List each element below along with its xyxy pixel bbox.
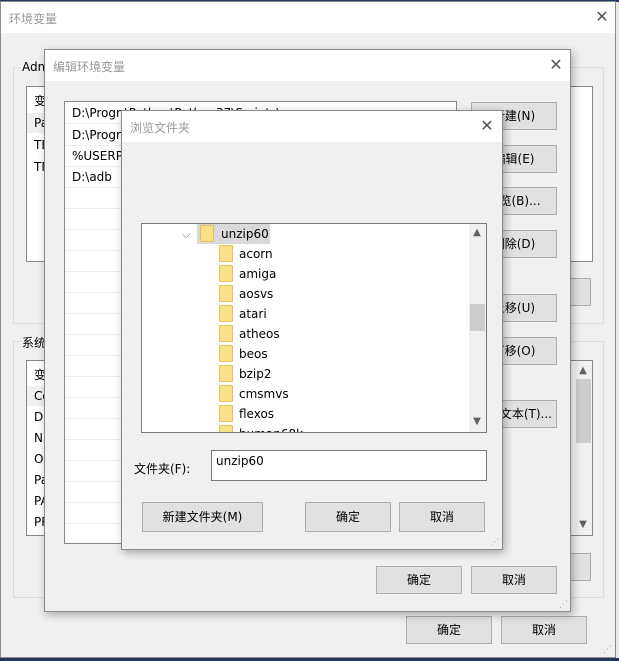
folder-label: 文件夹(F):	[134, 462, 191, 476]
folder-icon	[219, 405, 233, 422]
browse-folder-dialog: 浏览文件夹 ✕ ⌵ unzip60 acorn amiga aosvs atari at…	[121, 110, 503, 550]
folder-icon	[219, 365, 233, 382]
tree-item-label: aosvs	[239, 287, 274, 301]
ok-button[interactable]: 确定	[305, 502, 391, 532]
folder-tree[interactable]: ⌵ unzip60 acorn amiga aosvs atari atheos beos…	[141, 223, 487, 433]
tree-item-label: beos	[239, 347, 268, 361]
tree-item[interactable]: acorn	[219, 244, 273, 264]
scroll-up-icon[interactable]: ▲	[469, 227, 485, 238]
scrollbar[interactable]: ▲ ▼	[469, 224, 486, 432]
tree-item-label: human68k	[239, 427, 303, 432]
scrollbar[interactable]: ▲ ▼	[575, 361, 592, 535]
tree-item-label: flexos	[239, 407, 275, 421]
tree-item[interactable]: cmsmvs	[219, 384, 289, 404]
scroll-thumb[interactable]	[576, 379, 591, 443]
chevron-down-icon[interactable]: ⌵	[182, 228, 190, 242]
tree-item-label: unzip60	[221, 227, 269, 241]
folder-icon	[219, 305, 233, 322]
resize-grip-icon[interactable]: ⋰	[559, 600, 569, 610]
cancel-button[interactable]: 取消	[399, 502, 485, 532]
title-bar: 环境变量	[1, 2, 615, 33]
tree-item[interactable]: aosvs	[219, 284, 273, 304]
tree-item-label: atari	[239, 307, 267, 321]
tree-item[interactable]: beos	[219, 344, 268, 364]
folder-icon	[219, 265, 233, 282]
window-title: 环境变量	[9, 12, 58, 26]
tree-item-label: cmsmvs	[239, 387, 289, 401]
close-icon[interactable]: ✕	[593, 8, 611, 26]
cancel-button[interactable]: 取消	[471, 566, 557, 594]
folder-icon	[219, 285, 233, 302]
cancel-button[interactable]: 取消	[501, 616, 587, 644]
tree-item[interactable]: atheos	[219, 324, 280, 344]
tree-item-label: bzip2	[239, 367, 272, 381]
folder-icon	[219, 345, 233, 362]
ok-button[interactable]: 确定	[406, 616, 492, 644]
folder-input[interactable]: unzip60	[211, 450, 487, 481]
close-icon[interactable]: ✕	[547, 56, 565, 74]
title-bar: 浏览文件夹	[122, 111, 502, 142]
close-icon[interactable]: ✕	[478, 117, 496, 135]
scroll-down-icon[interactable]: ▼	[575, 519, 591, 530]
tree-item[interactable]: bzip2	[219, 364, 272, 384]
folder-icon	[219, 425, 233, 432]
scroll-up-icon[interactable]: ▲	[575, 365, 591, 376]
tree-item[interactable]: atari	[219, 304, 267, 324]
tree-item-label: amiga	[239, 267, 277, 281]
folder-icon	[200, 225, 214, 242]
resize-grip-icon[interactable]: ⋰	[490, 538, 500, 548]
title-bar: 编辑环境变量	[45, 50, 570, 81]
folder-icon	[219, 385, 233, 402]
resize-grip-icon[interactable]: ⋰	[603, 645, 613, 655]
tree-item-label: atheos	[239, 327, 280, 341]
scroll-thumb[interactable]	[470, 304, 485, 331]
scroll-down-icon[interactable]: ▼	[469, 416, 485, 427]
folder-icon	[219, 325, 233, 342]
tree-item[interactable]: amiga	[219, 264, 276, 284]
ok-button[interactable]: 确定	[376, 566, 462, 594]
tree-item[interactable]: flexos	[219, 404, 274, 424]
tree-item-label: acorn	[239, 247, 273, 261]
new-folder-button[interactable]: 新建文件夹(M)	[142, 502, 263, 532]
tree-item-selected[interactable]: unzip60	[197, 224, 270, 244]
dialog-title: 编辑环境变量	[53, 60, 126, 74]
dialog-title: 浏览文件夹	[130, 121, 191, 135]
tree-item[interactable]: human68k	[219, 424, 303, 432]
folder-icon	[219, 245, 233, 262]
